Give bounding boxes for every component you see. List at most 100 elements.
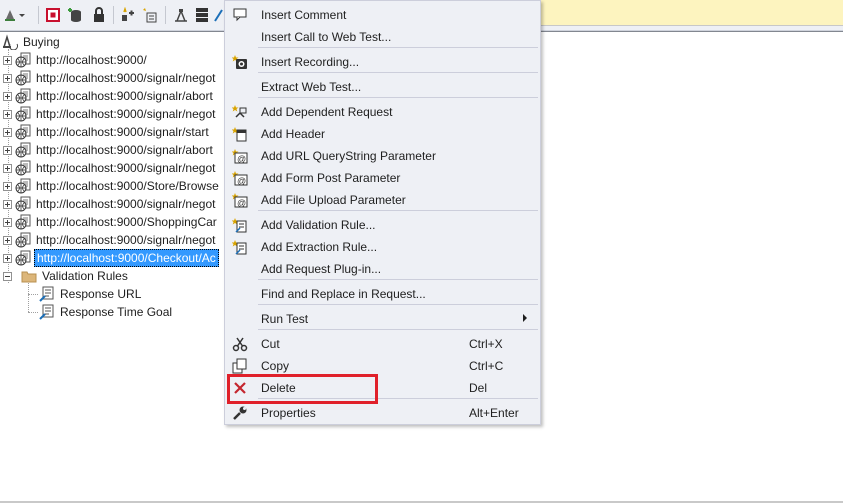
expand-icon[interactable] <box>3 109 12 119</box>
server-icon[interactable] <box>194 6 210 24</box>
web-request-icon <box>15 124 31 140</box>
menu-item-cut[interactable]: Cut Ctrl+X <box>225 333 540 355</box>
menu-item-insert-recording[interactable]: Insert Recording... <box>225 51 540 73</box>
menu-item-shortcut: Alt+Enter <box>469 406 519 420</box>
web-request-icon <box>15 178 31 194</box>
menu-item-properties[interactable]: Properties Alt+Enter <box>225 402 540 424</box>
extraction-icon[interactable] <box>141 6 159 24</box>
tree-node-request[interactable]: http://localhost:9000/signalr/start <box>3 123 211 141</box>
validation-rule-icon <box>39 286 55 302</box>
menu-separator <box>258 97 538 98</box>
menu-item-add-validation-rule[interactable]: Add Validation Rule... <box>225 214 540 236</box>
tree-node-request[interactable]: http://localhost:9000/signalr/negot <box>3 105 217 123</box>
tree-node-request[interactable]: http://localhost:9000/ <box>3 51 149 69</box>
lock-icon[interactable] <box>91 6 107 24</box>
menu-item-add-header[interactable]: Add Header <box>225 123 540 145</box>
response-time-goal-label: Response Time Goal <box>60 305 173 319</box>
tree-node-response-url[interactable]: Response URL <box>39 285 143 303</box>
validation-rule-icon <box>232 217 248 233</box>
tree-node-request[interactable]: http://localhost:9000/signalr/negot <box>3 159 217 177</box>
expand-icon[interactable] <box>3 127 12 137</box>
menu-separator <box>258 47 538 48</box>
expand-icon[interactable] <box>3 199 12 209</box>
menu-item-label: Add Dependent Request <box>261 105 393 119</box>
web-request-icon <box>15 70 31 86</box>
recording-icon <box>232 54 248 70</box>
add-request-dropdown-icon[interactable] <box>4 6 26 24</box>
menu-item-insert-comment[interactable]: Insert Comment <box>225 4 540 26</box>
menu-item-label: Insert Recording... <box>261 55 360 69</box>
parameterize-icon[interactable] <box>119 6 137 24</box>
submenu-arrow-icon <box>523 314 527 322</box>
expand-icon[interactable] <box>3 73 12 83</box>
menu-separator <box>258 72 538 73</box>
request-url-label: http://localhost:9000/signalr/negot <box>36 71 216 85</box>
dependent-request-icon <box>232 104 248 120</box>
request-url-label: http://localhost:9000/ShoppingCar <box>36 215 217 229</box>
request-url-label: http://localhost:9000/signalr/abort <box>36 143 213 157</box>
tree-root-buying[interactable]: Buying <box>2 33 62 51</box>
menu-item-add-url-querystring-parameter[interactable]: @ Add URL QueryString Parameter <box>225 145 540 167</box>
request-url-label: http://localhost:9000/signalr/negot <box>36 107 216 121</box>
request-url-label: http://localhost:9000/signalr/start <box>36 125 209 139</box>
expand-icon[interactable] <box>3 253 12 263</box>
menu-item-extract-web-test[interactable]: Extract Web Test... <box>225 76 540 98</box>
menu-item-add-extraction-rule[interactable]: Add Extraction Rule... <box>225 236 540 258</box>
request-url-label: http://localhost:9000/signalr/negot <box>36 161 216 175</box>
menu-item-label: Find and Replace in Request... <box>261 287 426 301</box>
menu-item-label: Insert Comment <box>261 8 347 22</box>
expand-icon[interactable] <box>3 181 12 191</box>
menu-separator <box>258 304 538 305</box>
request-url-label: http://localhost:9000/signalr/negot <box>36 197 216 211</box>
add-datasource-icon[interactable] <box>66 6 84 24</box>
tree-node-request[interactable]: http://localhost:9000/signalr/abort <box>3 87 215 105</box>
tree-node-request[interactable]: http://localhost:9000/ShoppingCar <box>3 213 219 231</box>
expand-icon[interactable] <box>3 217 12 227</box>
file-upload-parameter-icon: @ <box>232 192 248 208</box>
plugin-icon[interactable] <box>172 6 190 24</box>
menu-separator <box>258 329 538 330</box>
menu-item-label: Add Extraction Rule... <box>261 240 378 254</box>
web-request-icon <box>15 160 31 176</box>
menu-item-add-file-upload-parameter[interactable]: @ Add File Upload Parameter <box>225 189 540 211</box>
tree-node-request[interactable]: http://localhost:9000/signalr/negot <box>3 231 217 249</box>
request-url-label: http://localhost:9000/Store/Browse <box>36 179 219 193</box>
menu-item-insert-call-to-web-test[interactable]: Insert Call to Web Test... <box>225 26 540 48</box>
menu-item-find-and-replace-in-request[interactable]: Find and Replace in Request... <box>225 283 540 305</box>
menu-item-run-test[interactable]: Run Test <box>225 308 540 330</box>
request-url-label: http://localhost:9000/signalr/abort <box>36 89 213 103</box>
expand-icon[interactable] <box>3 163 12 173</box>
tree-node-response-time-goal[interactable]: Response Time Goal <box>39 303 174 321</box>
menu-item-add-form-post-parameter[interactable]: @ Add Form Post Parameter <box>225 167 540 189</box>
tree-node-request[interactable]: http://localhost:9000/signalr/abort <box>3 141 215 159</box>
tree-node-request[interactable]: http://localhost:9000/signalr/negot <box>3 69 217 87</box>
expand-icon[interactable] <box>3 235 12 245</box>
comment-icon <box>232 7 248 23</box>
menu-item-label: Copy <box>261 359 290 373</box>
extraction-rule-icon <box>232 239 248 255</box>
request-url-label: http://localhost:9000/Checkout/Ac <box>34 249 219 267</box>
svg-text:@: @ <box>237 154 246 164</box>
querystring-parameter-icon: @ <box>232 148 248 164</box>
collapse-icon[interactable] <box>3 271 12 281</box>
response-url-label: Response URL <box>60 287 142 301</box>
menu-item-add-request-plugin[interactable]: Add Request Plug-in... <box>225 258 540 280</box>
menu-item-label: Add Header <box>261 127 326 141</box>
tree-node-request[interactable]: http://localhost:9000/Store/Browse <box>3 177 221 195</box>
tree-node-request[interactable]: http://localhost:9000/signalr/negot <box>3 195 217 213</box>
expand-icon[interactable] <box>3 145 12 155</box>
wrench-icon <box>232 405 248 421</box>
context-menu: Insert Comment Insert Call to Web Test...… <box>224 0 541 425</box>
menu-item-label: Add URL QueryString Parameter <box>261 149 436 163</box>
menu-item-add-dependent-request[interactable]: Add Dependent Request <box>225 101 540 123</box>
menu-item-label: Add File Upload Parameter <box>261 193 406 207</box>
tree-node-validation-rules[interactable]: Validation Rules <box>3 267 130 285</box>
expand-icon[interactable] <box>3 91 12 101</box>
tree-node-request[interactable]: http://localhost:9000/Checkout/Ac <box>3 249 219 267</box>
menu-item-label: Extract Web Test... <box>261 80 362 94</box>
info-bar <box>540 0 843 26</box>
expand-icon[interactable] <box>3 55 12 65</box>
stop-icon[interactable] <box>45 6 61 24</box>
web-request-icon <box>15 142 31 158</box>
web-request-icon <box>15 196 31 212</box>
